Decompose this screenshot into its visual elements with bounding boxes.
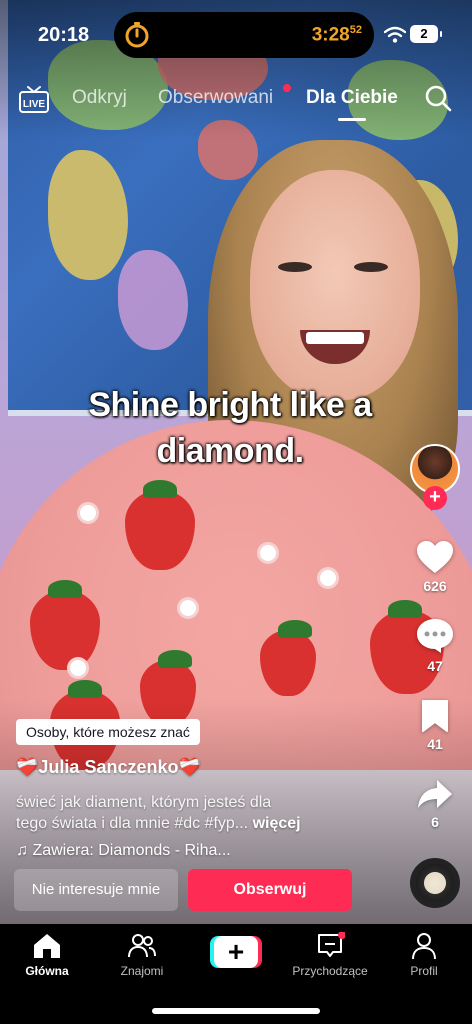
search-icon[interactable] [424, 84, 452, 112]
follow-button[interactable]: Obserwuj [188, 869, 352, 911]
timer-readout: 3:2852 [311, 24, 362, 46]
battery-icon: 2 [410, 25, 442, 43]
follow-plus-icon[interactable]: + [423, 486, 447, 510]
svg-text:LIVE: LIVE [23, 99, 46, 110]
bottom-tab-bar: Główna Znajomi + Przychodzące Profil [0, 924, 472, 1024]
tab-inbox[interactable]: Przychodzące [280, 932, 380, 978]
bookmark-icon [422, 700, 448, 732]
create-button[interactable]: + [210, 936, 262, 968]
share-count: 6 [431, 814, 439, 830]
home-indicator[interactable] [152, 1008, 320, 1014]
tab-following[interactable]: Obserwowani [158, 87, 273, 109]
notification-dot [283, 84, 291, 92]
post-description[interactable]: świeć jak diament, którym jesteś dla teg… [16, 792, 376, 834]
status-bar: 20:18 3:2852 2 [0, 0, 472, 70]
friends-icon [128, 934, 156, 958]
tab-friends[interactable]: Znajomi [92, 932, 192, 978]
comment-count: 47 [427, 658, 443, 674]
tab-home[interactable]: Główna [0, 932, 97, 978]
tab-profile[interactable]: Profil [374, 932, 472, 978]
music-note-icon: ♫ [16, 842, 28, 859]
creator-username[interactable]: ❤️‍🩹Julia Sanczenko❤️‍🩹 [16, 757, 201, 778]
comment-button[interactable]: 47 [405, 618, 465, 674]
heart-icon [417, 541, 453, 573]
suggestion-badge: Osoby, które możesz znać [16, 719, 200, 745]
person-eye [354, 262, 388, 272]
inbox-icon [318, 932, 345, 957]
video-caption: Shine bright like a diamond. [88, 386, 372, 470]
wifi-icon [384, 26, 406, 43]
heart-ribbon-icon: ❤️‍🩹 [178, 757, 201, 777]
music-disc[interactable] [410, 858, 460, 908]
tab-for-you[interactable]: Dla Ciebie [306, 87, 398, 109]
timer-icon [125, 22, 149, 48]
clock: 20:18 [38, 24, 90, 46]
dynamic-island[interactable]: 3:2852 [114, 12, 374, 58]
sound-label[interactable]: ♫ Zawiera: Diamonds - Riha... [16, 842, 231, 860]
home-icon [34, 934, 60, 958]
share-icon [418, 780, 452, 808]
tab-explore[interactable]: Odkryj [72, 87, 127, 109]
person-eye [278, 262, 312, 272]
save-count: 41 [427, 736, 443, 752]
share-button[interactable]: 6 [405, 778, 465, 830]
not-interested-button[interactable]: Nie interesuje mnie [14, 869, 178, 911]
comment-icon [417, 619, 453, 653]
like-button[interactable]: 626 [405, 540, 465, 594]
plus-icon: + [214, 936, 258, 968]
top-nav: LIVE Odkryj Obserwowani Dla Ciebie [0, 82, 472, 122]
profile-icon [412, 933, 436, 960]
like-count: 626 [423, 578, 447, 594]
person-face [250, 170, 420, 400]
active-tab-indicator [338, 118, 366, 121]
save-button[interactable]: 41 [405, 700, 465, 752]
heart-ribbon-icon: ❤️‍🩹 [16, 757, 39, 777]
more-link[interactable]: więcej [253, 815, 301, 832]
live-icon[interactable]: LIVE [18, 84, 50, 114]
